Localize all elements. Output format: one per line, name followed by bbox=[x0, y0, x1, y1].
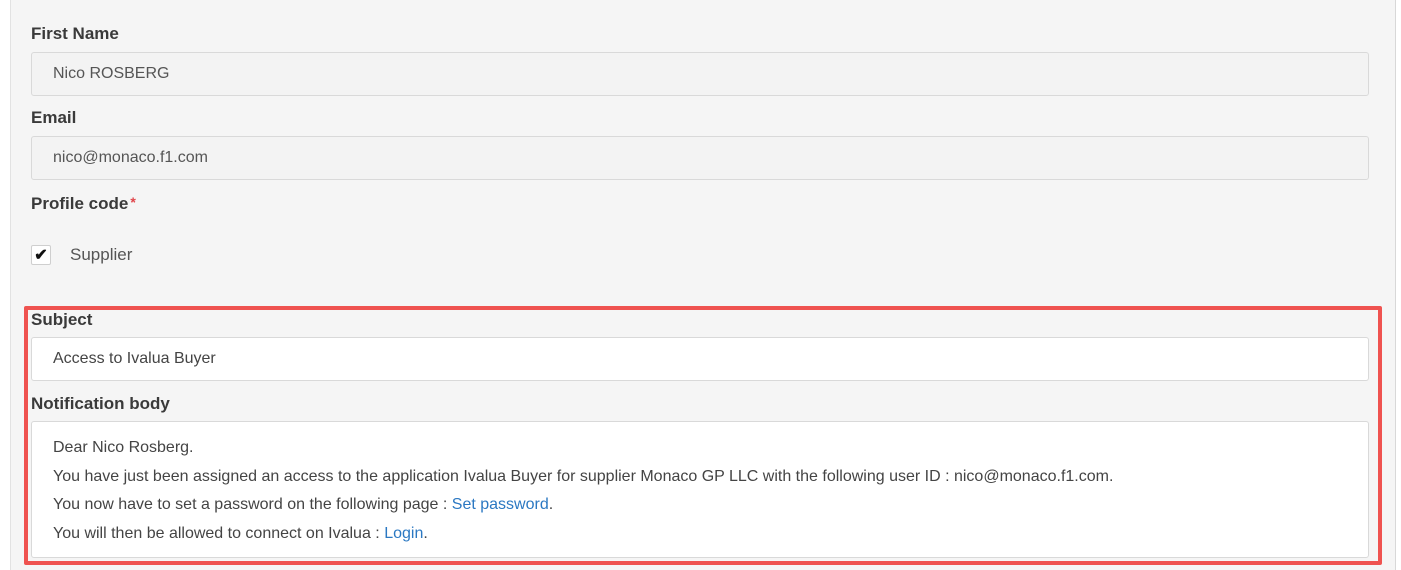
login-link[interactable]: Login bbox=[384, 525, 423, 542]
subject-label: Subject bbox=[31, 310, 93, 329]
checkmark-icon: ✔ bbox=[34, 247, 48, 264]
first-name-field[interactable] bbox=[31, 52, 1369, 96]
email-field[interactable] bbox=[31, 136, 1369, 180]
body-line-login-text: You will then be allowed to connect on I… bbox=[53, 524, 385, 542]
notification-body-editor[interactable]: Dear Nico Rosberg. You have just been as… bbox=[31, 421, 1369, 558]
body-line-login-end: . bbox=[423, 524, 428, 542]
email-label: Email bbox=[31, 108, 77, 127]
body-line-set-password-end: . bbox=[548, 496, 554, 513]
required-indicator: * bbox=[130, 194, 136, 210]
first-name-label: First Name bbox=[31, 24, 119, 43]
supplier-checkbox-row[interactable]: ✔ Supplier bbox=[31, 243, 132, 267]
subject-field[interactable] bbox=[31, 337, 1369, 381]
body-line-assignment: You have just been assigned an access to… bbox=[53, 467, 1114, 485]
profile-code-label-text: Profile code bbox=[31, 194, 129, 213]
profile-code-label: Profile code * bbox=[31, 194, 136, 214]
body-line-set-password-text: You now have to set a password on the fo… bbox=[53, 496, 452, 513]
set-password-link[interactable]: Set password bbox=[452, 496, 549, 513]
supplier-checkbox[interactable]: ✔ bbox=[31, 245, 51, 265]
body-line-login: You will then be allowed to connect on I… bbox=[53, 520, 1348, 549]
body-line-set-password: You now have to set a password on the fo… bbox=[53, 491, 1348, 520]
notification-body-label: Notification body bbox=[31, 394, 170, 413]
supplier-checkbox-label[interactable]: Supplier bbox=[70, 245, 132, 265]
body-line-greeting: Dear Nico Rosberg. bbox=[53, 439, 194, 456]
